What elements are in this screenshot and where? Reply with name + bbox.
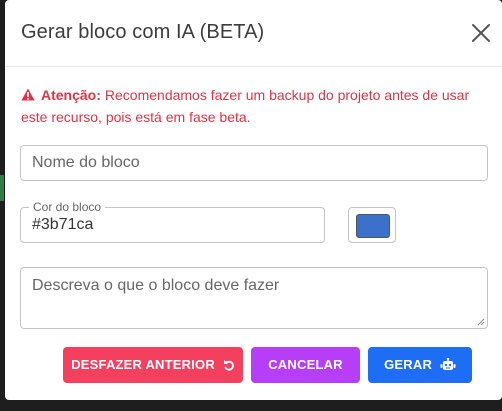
background-page-element (0, 175, 4, 201)
cancel-label: CANCELAR (268, 357, 343, 372)
close-icon[interactable] (470, 22, 492, 44)
block-description-input[interactable]: Descreva o que o bloco deve fazer (20, 267, 488, 329)
robot-icon (440, 358, 456, 370)
block-color-label: Cor do bloco (29, 200, 106, 214)
block-name-input[interactable]: Nome do bloco (20, 145, 488, 181)
color-swatch (356, 214, 390, 238)
generate-button[interactable]: GERAR (368, 347, 472, 383)
undo-previous-label: DESFAZER ANTERIOR (71, 357, 215, 372)
warning-label: Atenção: (41, 87, 101, 103)
resize-handle-icon[interactable] (477, 318, 485, 326)
dialog-header: Gerar bloco com IA (BETA) (5, 0, 502, 67)
generate-block-dialog: Gerar bloco com IA (BETA) Atenção: Recome… (5, 0, 502, 400)
generate-label: GERAR (384, 357, 433, 372)
undo-icon (223, 360, 234, 371)
color-picker-button[interactable] (348, 207, 396, 243)
undo-previous-button[interactable]: DESFAZER ANTERIOR (63, 347, 243, 383)
block-color-input[interactable]: Cor do bloco #3b71ca (20, 200, 325, 243)
dialog-title: Gerar bloco com IA (BETA) (21, 21, 265, 43)
block-color-value: #3b71ca (32, 216, 94, 233)
block-name-placeholder: Nome do bloco (32, 154, 140, 171)
cancel-button[interactable]: CANCELAR (251, 347, 360, 383)
block-description-placeholder: Descreva o que o bloco deve fazer (32, 277, 280, 294)
beta-warning: Atenção: Recomendamos fazer um backup do … (21, 84, 486, 128)
warning-icon (21, 88, 35, 101)
